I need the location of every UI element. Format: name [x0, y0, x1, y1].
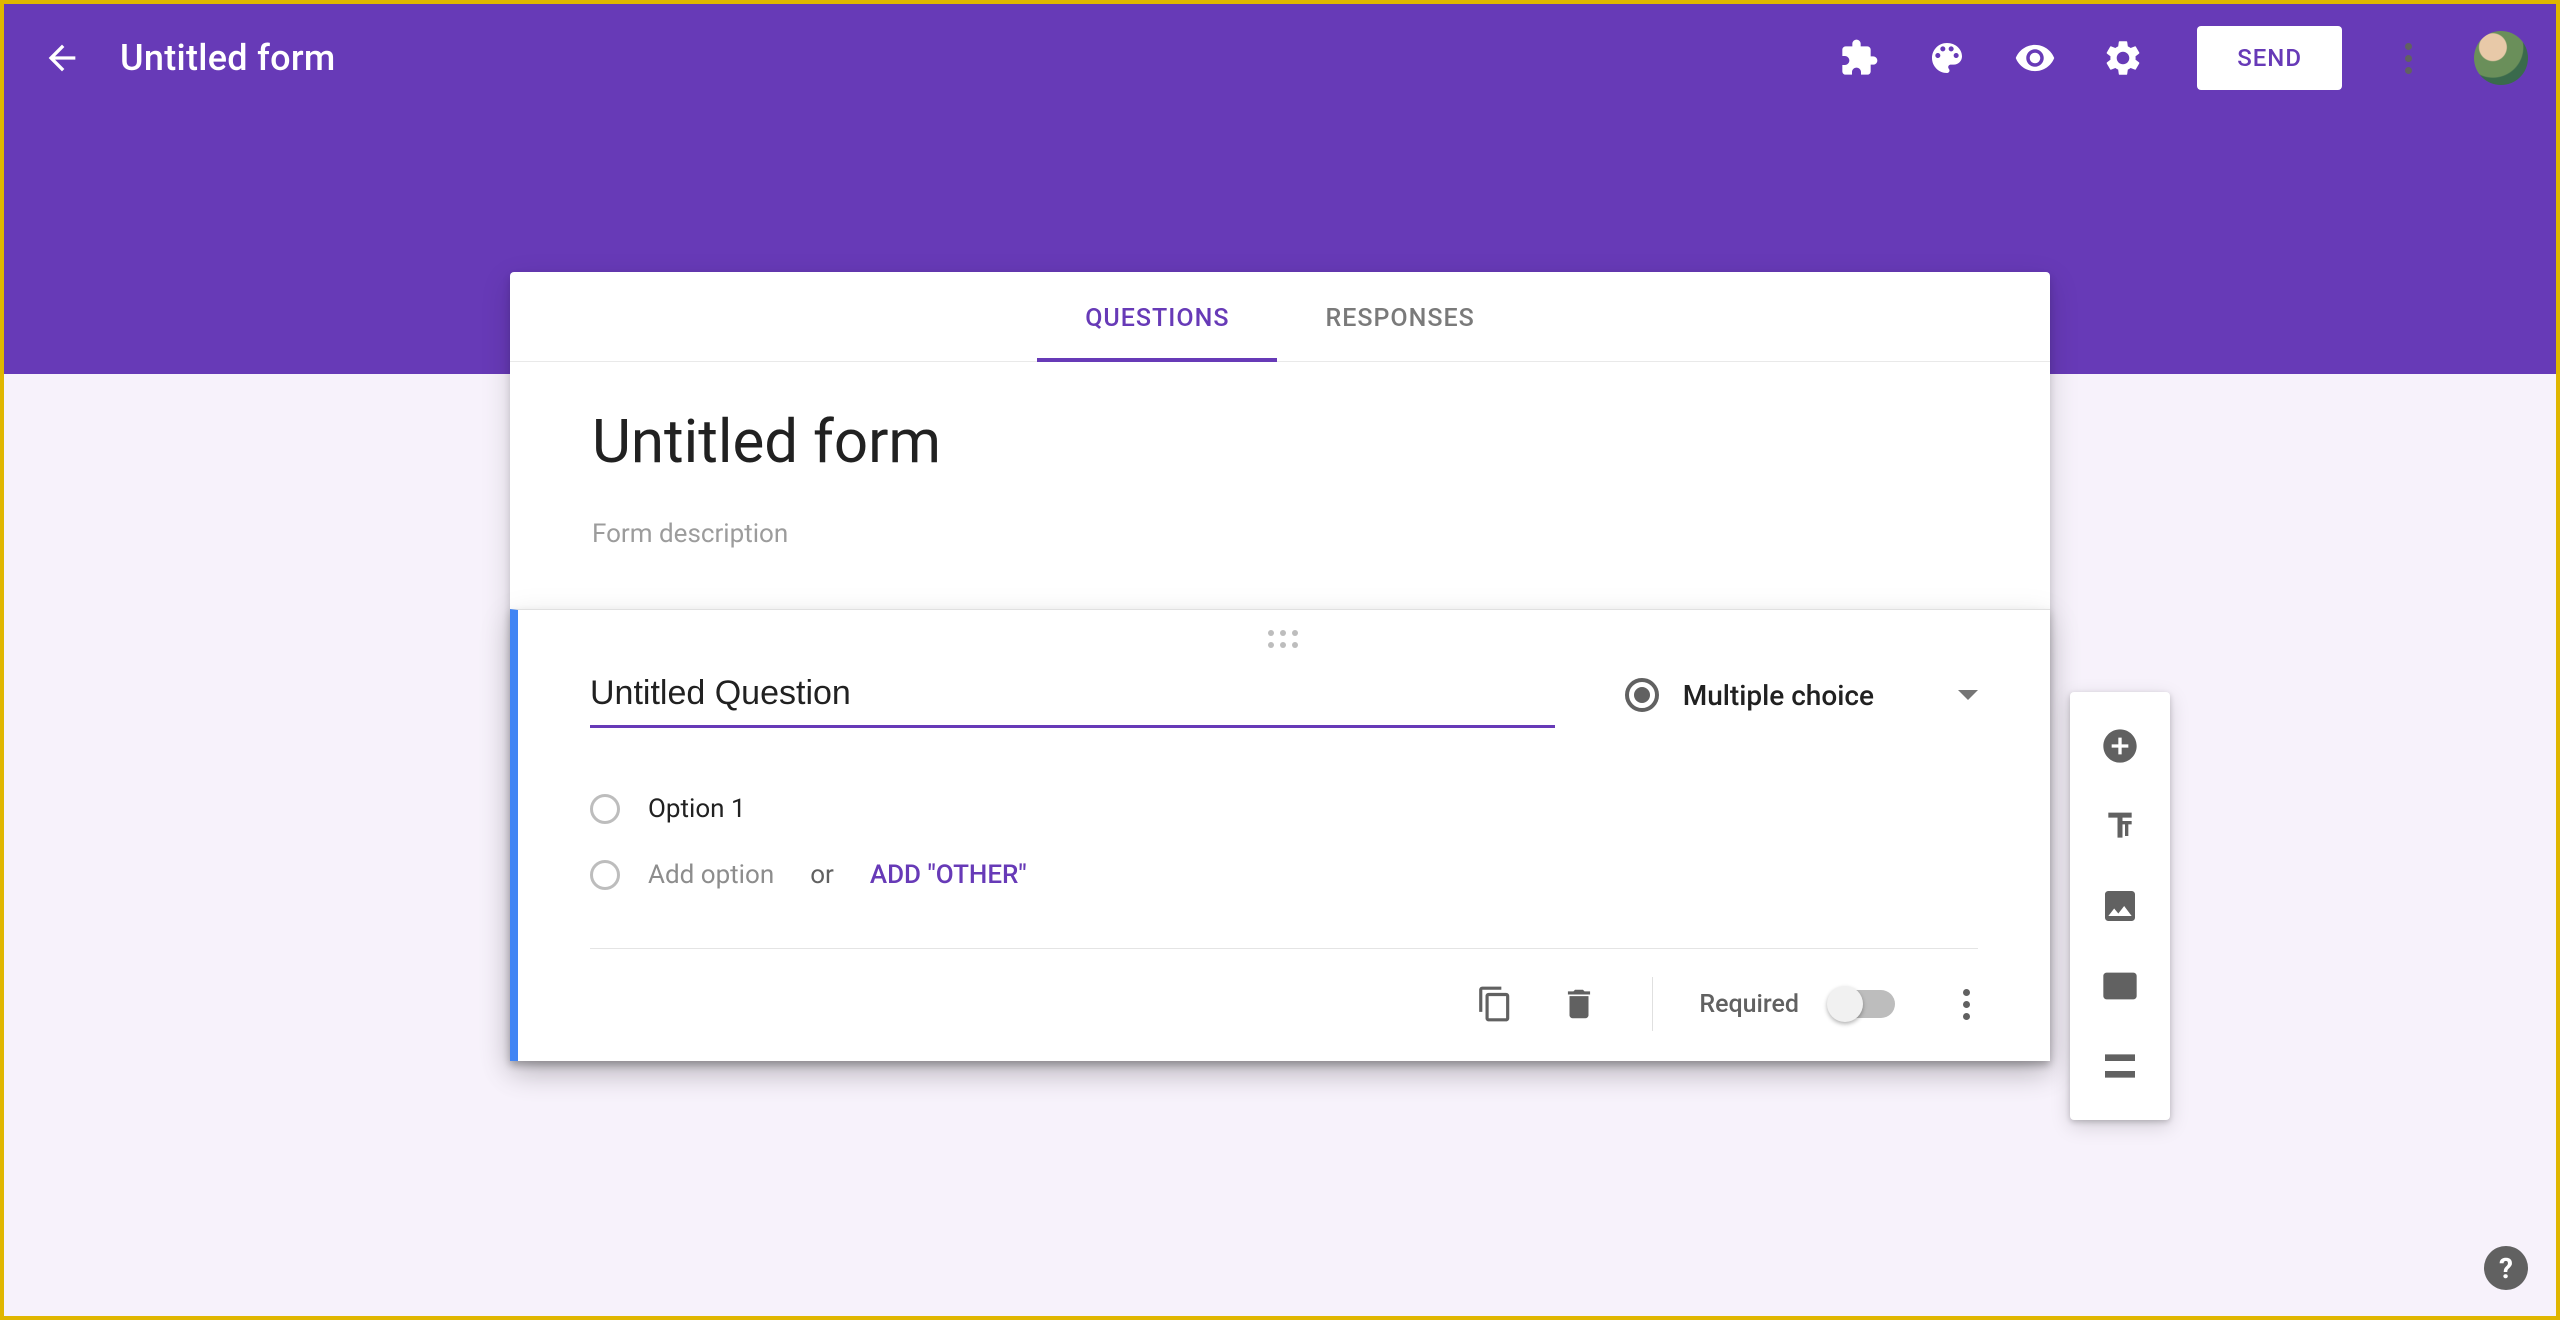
plus-circle-icon — [2100, 726, 2140, 766]
question-card[interactable]: Multiple choice Option 1 Add option or A… — [510, 609, 2050, 1061]
arrow-back-icon — [42, 38, 82, 78]
required-label: Required — [1699, 990, 1799, 1019]
form-tabs: QUESTIONS RESPONSES — [510, 272, 2050, 362]
dropdown-caret-icon — [1958, 690, 1978, 700]
send-button[interactable]: SEND — [2197, 26, 2342, 90]
option-label[interactable]: Option 1 — [648, 794, 746, 824]
form-title-input[interactable]: Untitled form — [592, 406, 1968, 477]
eye-icon — [2014, 37, 2056, 79]
back-button[interactable] — [32, 28, 92, 88]
more-menu-button[interactable] — [2372, 22, 2444, 94]
add-question-button[interactable] — [2080, 706, 2160, 786]
duplicate-button[interactable] — [1468, 977, 1522, 1031]
question-type-label: Multiple choice — [1683, 679, 1914, 712]
text-icon — [2100, 806, 2140, 846]
radio-empty-icon — [590, 860, 620, 890]
add-title-button[interactable] — [2080, 786, 2160, 866]
palette-icon — [1927, 38, 1967, 78]
add-option-row: Add option or ADD "OTHER" — [590, 842, 1978, 908]
settings-button[interactable] — [2087, 22, 2159, 94]
copy-icon — [1476, 985, 1514, 1023]
floating-toolbar — [2070, 692, 2170, 1120]
puzzle-icon — [1839, 38, 1879, 78]
form-container: QUESTIONS RESPONSES Untitled form Form d… — [510, 272, 2050, 1061]
form-description-input[interactable]: Form description — [592, 519, 1968, 549]
more-vert-icon — [2397, 35, 2420, 82]
add-section-button[interactable] — [2080, 1026, 2160, 1106]
question-options: Option 1 Add option or ADD "OTHER" — [590, 728, 1978, 908]
form-title-header[interactable]: Untitled form — [120, 37, 336, 79]
question-type-select[interactable]: Multiple choice — [1625, 674, 1978, 712]
trash-icon — [1560, 985, 1598, 1023]
divider — [1652, 977, 1653, 1031]
tab-questions[interactable]: QUESTIONS — [1037, 272, 1277, 361]
theme-button[interactable] — [1911, 22, 1983, 94]
preview-button[interactable] — [1999, 22, 2071, 94]
add-option-button[interactable]: Add option — [648, 860, 774, 890]
video-icon — [2100, 966, 2140, 1006]
gear-icon — [2102, 37, 2144, 79]
delete-button[interactable] — [1552, 977, 1606, 1031]
add-image-button[interactable] — [2080, 866, 2160, 946]
app-header: Untitled form SEND — [4, 4, 2556, 112]
or-label: or — [810, 860, 834, 890]
question-footer: Required — [590, 948, 1978, 1061]
question-title-input[interactable] — [590, 674, 1555, 728]
account-avatar[interactable] — [2474, 31, 2528, 85]
section-icon — [2100, 1046, 2140, 1086]
addons-button[interactable] — [1823, 22, 1895, 94]
question-more-button[interactable] — [1955, 981, 1978, 1028]
form-card: QUESTIONS RESPONSES Untitled form Form d… — [510, 272, 2050, 1061]
tab-responses[interactable]: RESPONSES — [1277, 272, 1522, 361]
drag-handle-icon[interactable] — [1268, 630, 1300, 650]
add-other-button[interactable]: ADD "OTHER" — [870, 860, 1027, 890]
help-button[interactable]: ? — [2484, 1246, 2528, 1290]
image-icon — [2100, 886, 2140, 926]
form-header-section[interactable]: Untitled form Form description — [510, 362, 2050, 609]
radio-empty-icon — [590, 794, 620, 824]
option-row[interactable]: Option 1 — [590, 776, 1978, 842]
radio-filled-icon — [1625, 678, 1659, 712]
add-video-button[interactable] — [2080, 946, 2160, 1026]
required-toggle[interactable] — [1829, 990, 1895, 1018]
